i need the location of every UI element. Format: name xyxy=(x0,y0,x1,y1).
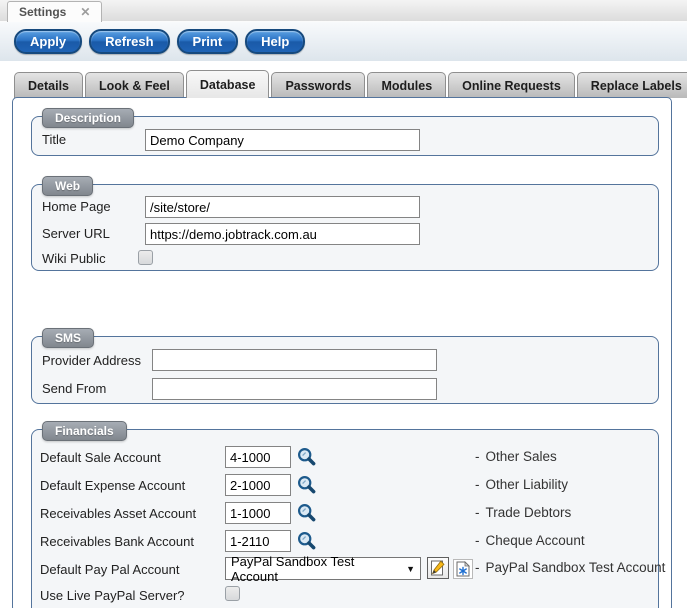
financials-fieldset: Financials Default Sale Account -Other S… xyxy=(31,429,659,608)
lookup-asset-account-icon[interactable] xyxy=(296,502,317,523)
asset-account-description: -Trade Debtors xyxy=(475,505,571,520)
help-button[interactable]: Help xyxy=(245,29,305,54)
new-document-icon xyxy=(456,561,470,577)
tab-modules[interactable]: Modules xyxy=(367,72,446,98)
sms-fieldset: SMS Provider Address Send From xyxy=(31,336,659,404)
send-from-input[interactable] xyxy=(152,378,437,400)
description-fieldset: Description Title xyxy=(31,116,659,156)
settings-tabbar: Details Look & Feel Database Passwords M… xyxy=(14,70,687,98)
default-paypal-account-label: Default Pay Pal Account xyxy=(40,562,179,577)
provider-address-input[interactable] xyxy=(152,349,437,371)
chevron-down-icon: ▼ xyxy=(406,564,415,574)
bank-account-description: -Cheque Account xyxy=(475,533,585,548)
receivables-bank-account-label: Receivables Bank Account xyxy=(40,534,194,549)
sms-legend: SMS xyxy=(42,328,94,348)
default-expense-account-input[interactable] xyxy=(225,474,291,496)
window-tab-strip: Settings ✕ xyxy=(0,0,687,22)
wiki-public-label: Wiki Public xyxy=(42,251,106,266)
receivables-bank-account-input[interactable] xyxy=(225,530,291,552)
send-from-label: Send From xyxy=(42,381,106,396)
paypal-account-description: -PayPal Sandbox Test Account xyxy=(475,560,665,575)
paypal-account-select[interactable]: PayPal Sandbox Test Account ▼ xyxy=(225,557,421,580)
web-fieldset: Web Home Page Server URL Wiki Public xyxy=(31,184,659,271)
apply-button[interactable]: Apply xyxy=(14,29,82,54)
settings-window: Settings ✕ Apply Refresh Print Help Deta… xyxy=(0,0,687,608)
tab-database[interactable]: Database xyxy=(186,70,270,98)
use-live-paypal-server-checkbox[interactable] xyxy=(225,586,240,601)
window-tab-settings[interactable]: Settings ✕ xyxy=(7,1,102,22)
server-url-input[interactable] xyxy=(145,223,420,245)
home-page-label: Home Page xyxy=(42,199,111,214)
default-sale-account-label: Default Sale Account xyxy=(40,450,161,465)
lookup-sale-account-icon[interactable] xyxy=(296,446,317,467)
edit-paypal-account-button[interactable] xyxy=(427,557,449,579)
server-url-label: Server URL xyxy=(42,226,110,241)
default-sale-account-input[interactable] xyxy=(225,446,291,468)
tab-online-requests[interactable]: Online Requests xyxy=(448,72,575,98)
title-label: Title xyxy=(42,132,66,147)
tab-replace-labels[interactable]: Replace Labels xyxy=(577,72,687,98)
new-paypal-account-button[interactable] xyxy=(453,559,473,579)
wiki-public-checkbox[interactable] xyxy=(138,250,153,265)
toolbar: Apply Refresh Print Help xyxy=(0,22,687,61)
provider-address-label: Provider Address xyxy=(42,353,141,368)
tab-details[interactable]: Details xyxy=(14,72,83,98)
lookup-bank-account-icon[interactable] xyxy=(296,530,317,551)
window-tab-label: Settings xyxy=(19,5,66,19)
refresh-button[interactable]: Refresh xyxy=(89,29,169,54)
use-live-paypal-server-label: Use Live PayPal Server? xyxy=(40,588,185,603)
database-settings-panel: Description Title Web Home Page Server U… xyxy=(12,97,672,608)
web-legend: Web xyxy=(42,176,93,196)
tab-look-and-feel[interactable]: Look & Feel xyxy=(85,72,184,98)
sale-account-description: -Other Sales xyxy=(475,449,557,464)
receivables-asset-account-label: Receivables Asset Account xyxy=(40,506,196,521)
financials-legend: Financials xyxy=(42,421,127,441)
print-button[interactable]: Print xyxy=(177,29,239,54)
tab-passwords[interactable]: Passwords xyxy=(271,72,365,98)
receivables-asset-account-input[interactable] xyxy=(225,502,291,524)
home-page-input[interactable] xyxy=(145,196,420,218)
close-icon[interactable]: ✕ xyxy=(80,5,90,19)
description-legend: Description xyxy=(42,108,134,128)
expense-account-description: -Other Liability xyxy=(475,477,568,492)
title-input[interactable] xyxy=(145,129,420,151)
lookup-expense-account-icon[interactable] xyxy=(296,474,317,495)
default-expense-account-label: Default Expense Account xyxy=(40,478,185,493)
edit-pencil-icon xyxy=(430,560,446,576)
